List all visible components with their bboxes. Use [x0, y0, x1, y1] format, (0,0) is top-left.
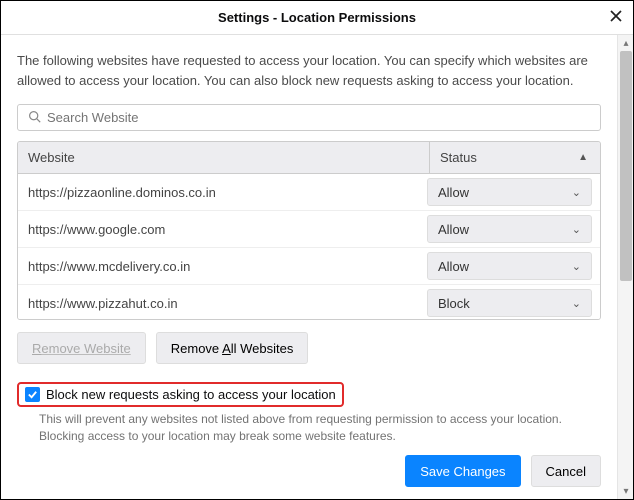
scrollbar-thumb[interactable] [620, 51, 632, 281]
description-text: The following websites have requested to… [17, 51, 601, 90]
scroll-down-arrow-icon[interactable]: ▾ [618, 483, 634, 499]
table-row[interactable]: https://pizzaonline.dominos.co.in Allow … [18, 174, 600, 211]
block-new-requests-checkbox[interactable]: Block new requests asking to access your… [17, 382, 344, 407]
scroll-up-arrow-icon[interactable]: ▴ [618, 35, 634, 51]
search-input-field[interactable] [47, 110, 590, 125]
column-header-website[interactable]: Website [18, 142, 430, 173]
status-select[interactable]: Block ⌄ [427, 289, 592, 317]
site-url: https://www.google.com [28, 222, 427, 237]
chevron-down-icon: ⌄ [572, 297, 581, 310]
checkbox-checked-icon[interactable] [25, 387, 40, 402]
chevron-down-icon: ⌄ [572, 223, 581, 236]
titlebar: Settings - Location Permissions [1, 1, 633, 35]
block-checkbox-label: Block new requests asking to access your… [46, 387, 336, 402]
permissions-table: Website Status ▲ https://pizzaonline.dom… [17, 141, 601, 320]
sort-asc-icon: ▲ [578, 152, 588, 163]
save-changes-button[interactable]: Save Changes [405, 455, 520, 487]
table-row[interactable]: https://www.google.com Allow ⌄ [18, 211, 600, 248]
search-website-input[interactable] [17, 104, 601, 131]
site-url: https://www.pizzahut.co.in [28, 296, 427, 311]
status-select[interactable]: Allow ⌄ [427, 215, 592, 243]
vertical-scrollbar[interactable]: ▴ ▾ [617, 35, 633, 499]
block-hint-text: This will prevent any websites not liste… [39, 411, 601, 445]
cancel-button[interactable]: Cancel [531, 455, 601, 487]
chevron-down-icon: ⌄ [572, 260, 581, 273]
status-select[interactable]: Allow ⌄ [427, 252, 592, 280]
table-row[interactable]: https://www.mcdelivery.co.in Allow ⌄ [18, 248, 600, 285]
table-row[interactable]: https://www.pizzahut.co.in Block ⌄ [18, 285, 600, 320]
site-url: https://www.mcdelivery.co.in [28, 259, 427, 274]
status-select[interactable]: Allow ⌄ [427, 178, 592, 206]
site-url: https://pizzaonline.dominos.co.in [28, 185, 427, 200]
column-header-status[interactable]: Status ▲ [430, 142, 600, 173]
remove-website-button: Remove Website [17, 332, 146, 364]
chevron-down-icon: ⌄ [572, 186, 581, 199]
remove-all-websites-button[interactable]: Remove All Websites [156, 332, 309, 364]
dialog-title: Settings - Location Permissions [218, 10, 416, 25]
table-header: Website Status ▲ [18, 142, 600, 174]
search-icon [28, 110, 47, 126]
close-icon[interactable] [609, 9, 623, 27]
